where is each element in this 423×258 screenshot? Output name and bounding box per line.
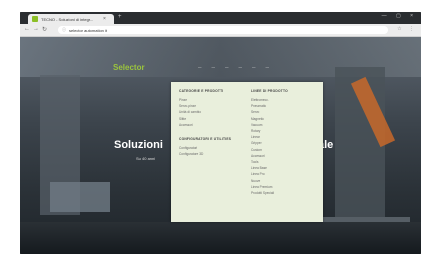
menu-item[interactable]: — bbox=[266, 65, 270, 69]
menu-item[interactable]: — bbox=[239, 65, 243, 69]
menu-item[interactable]: — bbox=[198, 65, 202, 69]
forward-icon[interactable]: → bbox=[33, 26, 39, 32]
address-bar[interactable]: ⓘ selector automation it bbox=[58, 26, 388, 34]
back-icon[interactable]: ← bbox=[24, 26, 30, 32]
floor-background bbox=[20, 222, 421, 254]
browser-toolbar: ← → ↻ ⓘ selector automation it ☆ ⋮ bbox=[20, 24, 421, 37]
site-logo[interactable]: Selector bbox=[113, 63, 145, 72]
info-icon[interactable]: ⓘ bbox=[62, 27, 66, 33]
reload-icon[interactable]: ↻ bbox=[42, 26, 47, 33]
window-controls[interactable]: — ▢ × bbox=[382, 13, 417, 19]
photo-frame: TECNO - Soluzioni di integr... × + — ▢ ×… bbox=[0, 0, 423, 258]
dropdown-link[interactable]: Configuratore 3D bbox=[179, 151, 231, 157]
dropdown-heading: LINEE DI PRODOTTO bbox=[251, 89, 288, 93]
website-viewport: Selector — — — — — — Soluzioni ale Su 40… bbox=[20, 37, 421, 254]
browser-tab[interactable]: TECNO - Soluzioni di integr... × bbox=[28, 14, 114, 24]
tab-close-icon[interactable]: × bbox=[103, 16, 106, 22]
products-mega-menu: CATEGORIE E PRODOTTI Pinze Servo-pinze U… bbox=[171, 82, 323, 222]
browser-tab-strip: TECNO - Soluzioni di integr... × + — ▢ × bbox=[20, 12, 421, 24]
dropdown-heading: CATEGORIE E PRODOTTI bbox=[179, 89, 224, 93]
hero-title-left: Soluzioni bbox=[114, 139, 163, 151]
dropdown-link[interactable]: Accessori bbox=[179, 122, 231, 128]
toolbar-icons[interactable]: ☆ ⋮ bbox=[397, 26, 417, 32]
menu-item[interactable]: — bbox=[225, 65, 229, 69]
dropdown-column-lines: LINEE DI PRODOTTO Elettromecc. Pneumatic… bbox=[251, 89, 288, 196]
dropdown-heading: CONFIGURATORI E UTILITIES bbox=[179, 137, 232, 142]
address-url: selector automation it bbox=[69, 27, 108, 33]
workstation-left bbox=[50, 182, 110, 212]
menu-item[interactable]: — bbox=[212, 65, 216, 69]
tab-title: TECNO - Soluzioni di integr... bbox=[41, 16, 94, 22]
monitor-screen: TECNO - Soluzioni di integr... × + — ▢ ×… bbox=[20, 12, 421, 254]
favicon-icon bbox=[32, 16, 38, 22]
new-tab-button[interactable]: + bbox=[118, 14, 122, 20]
dropdown-column-categories: CATEGORIE E PRODOTTI Pinze Servo-pinze U… bbox=[179, 89, 231, 157]
dropdown-link[interactable]: Prodotti Speciali bbox=[251, 190, 288, 196]
hero-subtitle: Su 40 anni bbox=[136, 156, 156, 161]
menu-item[interactable]: — bbox=[252, 65, 256, 69]
site-main-menu: — — — — — — bbox=[198, 65, 269, 69]
